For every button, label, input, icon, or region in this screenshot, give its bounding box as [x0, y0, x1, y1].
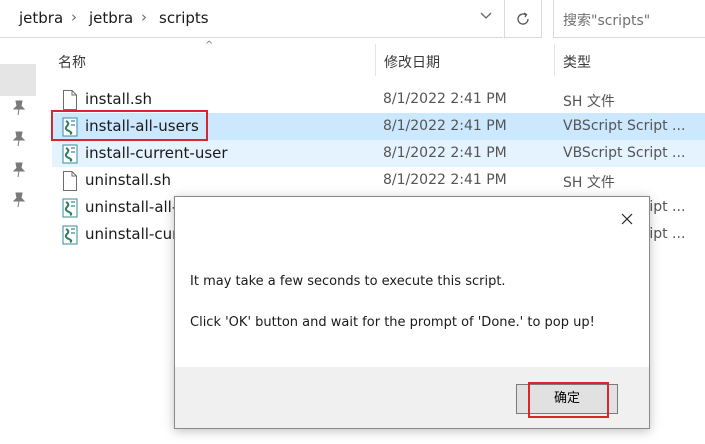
chevron-down-icon[interactable] — [474, 9, 498, 29]
nav-item-selected[interactable] — [0, 64, 36, 96]
breadcrumb-item[interactable]: jetbra — [89, 9, 133, 27]
sort-ascending-icon: ^ — [205, 40, 214, 51]
vbscript-icon — [62, 225, 78, 245]
file-date: 8/1/2022 2:41 PM — [383, 91, 507, 107]
file-type: SH 文件 — [563, 94, 615, 110]
pin-icon[interactable] — [12, 100, 26, 116]
pin-icon[interactable] — [12, 192, 26, 208]
file-type: VBScript Script ... — [563, 118, 686, 134]
message-dialog: It may take a few seconds to execute thi… — [174, 196, 650, 429]
dialog-message: It may take a few seconds to execute thi… — [190, 274, 506, 289]
file-date: 8/1/2022 2:41 PM — [383, 172, 507, 188]
column-header-row: ^ 名称 修改日期 类型 — [48, 40, 705, 80]
close-button[interactable] — [617, 209, 637, 229]
refresh-icon — [517, 11, 529, 25]
navigation-pane — [0, 38, 36, 444]
file-type: SH 文件 — [563, 175, 615, 191]
close-icon — [621, 213, 633, 225]
file-date: 8/1/2022 2:41 PM — [383, 118, 507, 134]
column-header-date[interactable]: 修改日期 — [384, 52, 440, 72]
file-name: install.sh — [85, 90, 152, 108]
column-divider[interactable] — [554, 44, 555, 76]
pin-icon[interactable] — [12, 131, 26, 147]
chevron-right-icon: › — [71, 8, 77, 26]
search-placeholder: 搜索"scripts" — [563, 13, 651, 29]
annotation-highlight — [528, 382, 609, 418]
pin-icon[interactable] — [12, 162, 26, 178]
file-date: 8/1/2022 2:41 PM — [383, 145, 507, 161]
file-type: VBScript Script ... — [563, 145, 686, 161]
file-icon — [63, 90, 77, 110]
column-header-name[interactable]: 名称 — [58, 52, 86, 72]
breadcrumb-item[interactable]: scripts — [159, 9, 209, 27]
file-row[interactable]: install.sh 8/1/2022 2:41 PM SH 文件 — [52, 86, 705, 113]
column-divider[interactable] — [375, 44, 376, 76]
file-icon — [63, 171, 77, 191]
file-name: install-current-user — [85, 144, 228, 162]
breadcrumb[interactable]: jetbra › jetbra › scripts — [0, 0, 503, 38]
chevron-right-icon: › — [141, 8, 147, 26]
column-header-type[interactable]: 类型 — [563, 52, 591, 72]
vbscript-icon — [62, 198, 78, 218]
refresh-button[interactable] — [504, 0, 542, 38]
file-row[interactable]: install-current-user 8/1/2022 2:41 PM VB… — [52, 140, 705, 167]
breadcrumb-item[interactable]: jetbra — [19, 9, 63, 27]
vbscript-icon — [62, 144, 78, 164]
file-name: uninstall.sh — [85, 171, 172, 189]
address-bar: jetbra › jetbra › scripts 搜索"scripts" — [0, 0, 705, 38]
file-row[interactable]: uninstall.sh 8/1/2022 2:41 PM SH 文件 — [52, 167, 705, 194]
search-input[interactable]: 搜索"scripts" — [553, 0, 705, 38]
annotation-highlight — [51, 110, 208, 141]
dialog-message: Click 'OK' button and wait for the promp… — [190, 315, 595, 330]
